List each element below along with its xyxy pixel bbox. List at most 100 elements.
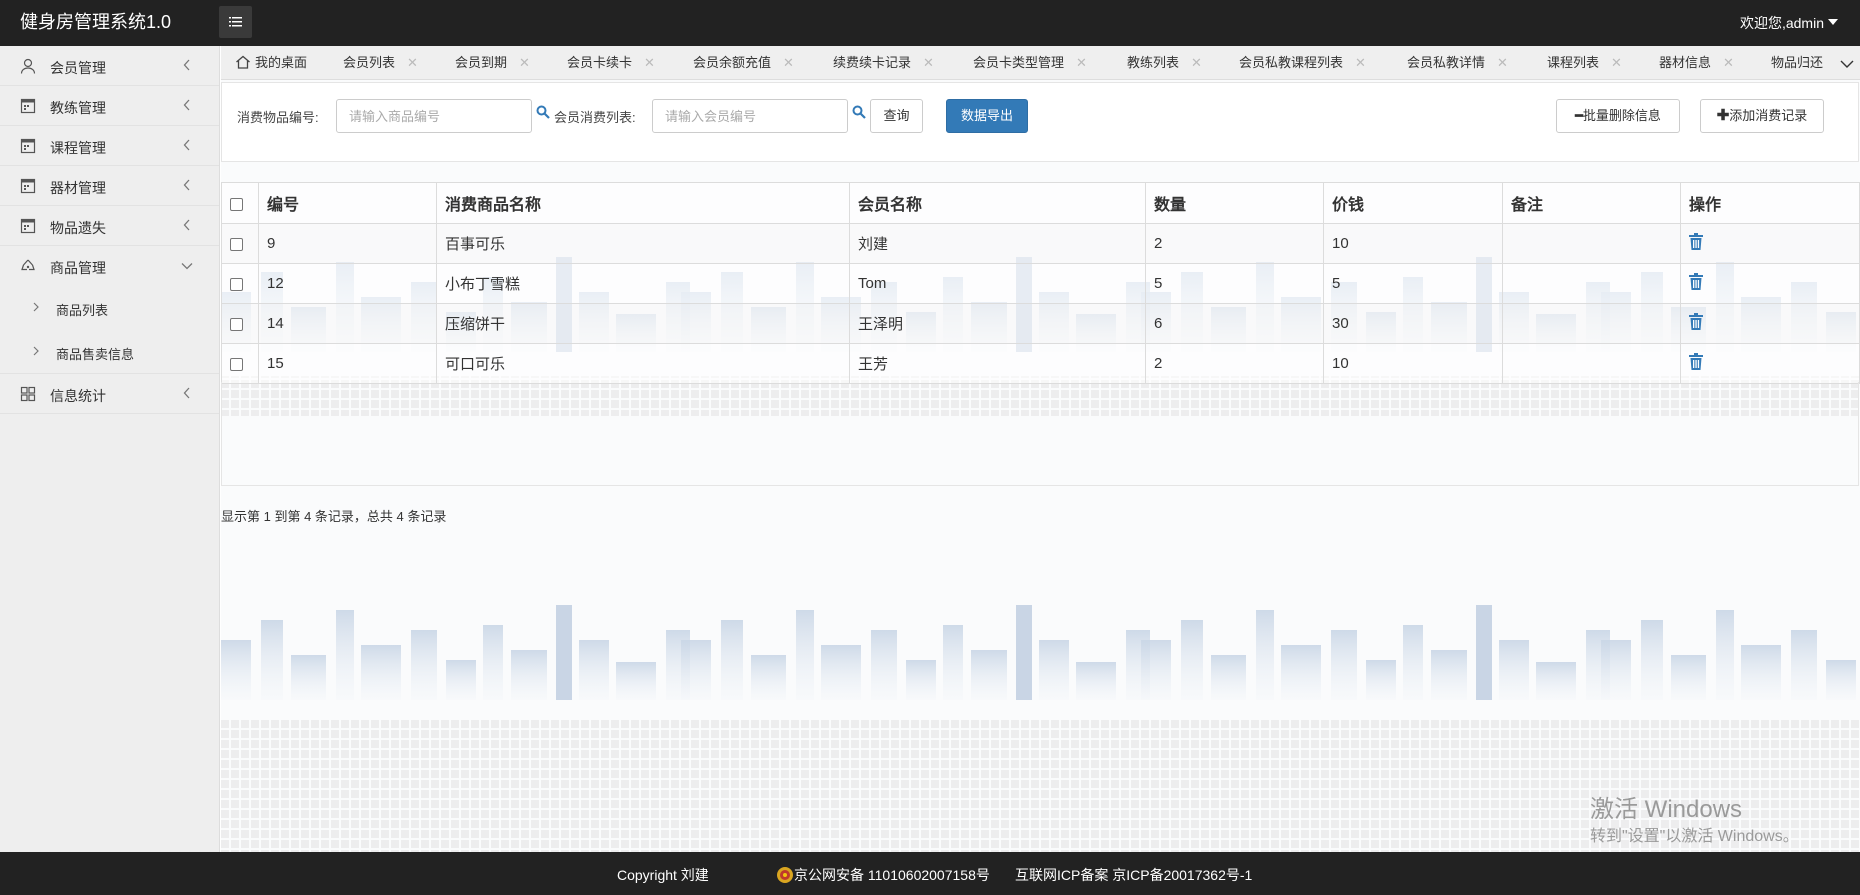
row-checkbox[interactable] xyxy=(230,357,243,371)
select-all-cell xyxy=(221,182,259,224)
trash-icon[interactable] xyxy=(1689,313,1703,330)
sidebar-subitem-goods-list[interactable]: 商品列表 xyxy=(0,286,219,330)
chevron-left-icon xyxy=(183,219,190,231)
tab-card-type[interactable]: 会员卡类型管理 ✕ xyxy=(973,46,1087,79)
cell-qty: 2 xyxy=(1145,223,1324,264)
tab-private-courses[interactable]: 会员私教课程列表 ✕ xyxy=(1239,46,1366,79)
member-id-input[interactable] xyxy=(652,99,848,133)
sidebar-item-coaches[interactable]: 教练管理 xyxy=(0,86,219,126)
close-icon[interactable]: ✕ xyxy=(519,55,530,70)
cell-qty: 6 xyxy=(1145,303,1324,344)
tab-label: 会员列表 xyxy=(343,55,396,70)
tab-member-list[interactable]: 会员列表 ✕ xyxy=(343,46,418,79)
cell-qty: 2 xyxy=(1145,343,1324,384)
tab-renew-records[interactable]: 续费续卡记录 ✕ xyxy=(833,46,934,79)
table-row: 15 可口可乐 王芳 2 10 xyxy=(221,343,1860,384)
column-header[interactable]: 消费商品名称 xyxy=(436,182,850,224)
cell-goods: 小布丁雪糕 xyxy=(436,263,850,304)
chevron-down-icon xyxy=(1840,60,1854,68)
tab-label: 会员卡类型管理 xyxy=(973,55,1065,70)
tab-card-renew[interactable]: 会员卡续卡 ✕ xyxy=(567,46,655,79)
sidebar-item-label: 器材管理 xyxy=(50,180,106,196)
sidebar-item-statistics[interactable]: 信息统计 xyxy=(0,374,219,414)
grid-icon xyxy=(20,386,36,402)
tab-equipment-info[interactable]: 器材信息 ✕ xyxy=(1659,46,1734,79)
query-button[interactable]: 查询 xyxy=(870,99,923,133)
close-icon[interactable]: ✕ xyxy=(1723,55,1734,70)
sidebar-subitem-label: 商品列表 xyxy=(56,303,109,318)
sidebar-item-label: 会员管理 xyxy=(50,60,106,76)
icp-record[interactable]: 互联网ICP备案 京ICP备20017362号-1 xyxy=(1015,865,1252,885)
sidebar-subitem-goods-sales[interactable]: 商品售卖信息 xyxy=(0,330,219,374)
menu-toggle-button[interactable] xyxy=(219,6,252,38)
close-icon[interactable]: ✕ xyxy=(644,55,655,70)
export-data-button[interactable]: 数据导出 xyxy=(946,99,1028,133)
cell-id: 14 xyxy=(258,303,437,344)
calendar-icon xyxy=(20,138,36,154)
close-icon[interactable]: ✕ xyxy=(923,55,934,70)
close-icon[interactable]: ✕ xyxy=(1191,55,1202,70)
tab-label: 课程列表 xyxy=(1547,55,1600,70)
chevron-right-icon xyxy=(33,346,39,356)
cell-price: 10 xyxy=(1323,343,1503,384)
tab-balance-recharge[interactable]: 会员余额充值 ✕ xyxy=(693,46,794,79)
tab-private-details[interactable]: 会员私教详情 ✕ xyxy=(1407,46,1508,79)
sidebar-subitem-label: 商品售卖信息 xyxy=(56,347,135,362)
chevron-left-icon xyxy=(183,139,190,151)
trash-icon[interactable] xyxy=(1689,273,1703,290)
cell-qty: 5 xyxy=(1145,263,1324,304)
trash-icon[interactable] xyxy=(1689,353,1703,370)
close-icon[interactable]: ✕ xyxy=(1355,55,1366,70)
column-header[interactable]: 备注 xyxy=(1502,182,1681,224)
close-icon[interactable]: ✕ xyxy=(407,55,418,70)
column-header[interactable]: 编号 xyxy=(258,182,437,224)
close-icon[interactable]: ✕ xyxy=(783,55,794,70)
user-menu[interactable]: 欢迎您,admin xyxy=(1740,13,1838,33)
sidebar-item-members[interactable]: 会员管理 xyxy=(0,46,219,86)
cell-note xyxy=(1502,303,1681,344)
column-header[interactable]: 价钱 xyxy=(1323,182,1503,224)
cell-member: 刘建 xyxy=(849,223,1146,264)
cell-id: 12 xyxy=(258,263,437,304)
column-header[interactable]: 数量 xyxy=(1145,182,1324,224)
pagination-info: 显示第 1 到第 4 条记录，总共 4 条记录 xyxy=(221,509,447,524)
column-header[interactable]: 会员名称 xyxy=(849,182,1146,224)
row-checkbox[interactable] xyxy=(230,317,243,331)
tab-label: 会员余额充值 xyxy=(693,55,772,70)
cell-id: 9 xyxy=(258,223,437,264)
top-header: 健身房管理系统1.0 欢迎您,admin xyxy=(0,0,1860,46)
close-icon[interactable]: ✕ xyxy=(1076,55,1087,70)
tab-more-button[interactable] xyxy=(1832,46,1860,79)
close-icon[interactable]: ✕ xyxy=(1497,55,1508,70)
tab-item-return[interactable]: 物品归还 xyxy=(1771,46,1823,79)
tab-my-desktop[interactable]: 我的桌面 xyxy=(235,46,307,79)
sidebar-item-courses[interactable]: 课程管理 xyxy=(0,126,219,166)
tab-label: 会员到期 xyxy=(455,55,508,70)
cell-note xyxy=(1502,223,1681,264)
tab-coach-list[interactable]: 教练列表 ✕ xyxy=(1127,46,1202,79)
search-icon[interactable] xyxy=(536,105,550,119)
goods-id-input[interactable] xyxy=(336,99,532,133)
search-panel: 消费物品编号: 会员消费列表: 查询 数据导出 ━批量删除信息 ✚添加消费记录 xyxy=(221,82,1859,162)
tab-member-expiry[interactable]: 会员到期 ✕ xyxy=(455,46,530,79)
police-badge-icon xyxy=(777,867,793,883)
tab-course-list[interactable]: 课程列表 ✕ xyxy=(1547,46,1622,79)
calendar-icon xyxy=(20,98,36,114)
cell-member: Tom xyxy=(849,263,1146,304)
batch-delete-button[interactable]: ━批量删除信息 xyxy=(1556,99,1680,133)
select-all-checkbox[interactable] xyxy=(230,198,243,212)
trash-icon[interactable] xyxy=(1689,233,1703,250)
search-icon[interactable] xyxy=(852,105,866,119)
police-record-text: 京公网安备 11010602007158号 xyxy=(794,867,990,883)
row-checkbox[interactable] xyxy=(230,237,243,251)
add-record-button[interactable]: ✚添加消费记录 xyxy=(1700,99,1824,133)
police-record[interactable]: 京公网安备 11010602007158号 xyxy=(776,865,990,885)
tab-label: 续费续卡记录 xyxy=(833,55,912,70)
row-checkbox[interactable] xyxy=(230,277,243,291)
sidebar-item-goods[interactable]: 商品管理 xyxy=(0,246,219,286)
calendar-icon xyxy=(20,218,36,234)
sidebar-item-lost-items[interactable]: 物品遗失 xyxy=(0,206,219,246)
table-header-row: 编号 消费商品名称 会员名称 数量 价钱 备注 操作 xyxy=(221,182,1860,224)
sidebar-item-equipment[interactable]: 器材管理 xyxy=(0,166,219,206)
close-icon[interactable]: ✕ xyxy=(1611,55,1622,70)
